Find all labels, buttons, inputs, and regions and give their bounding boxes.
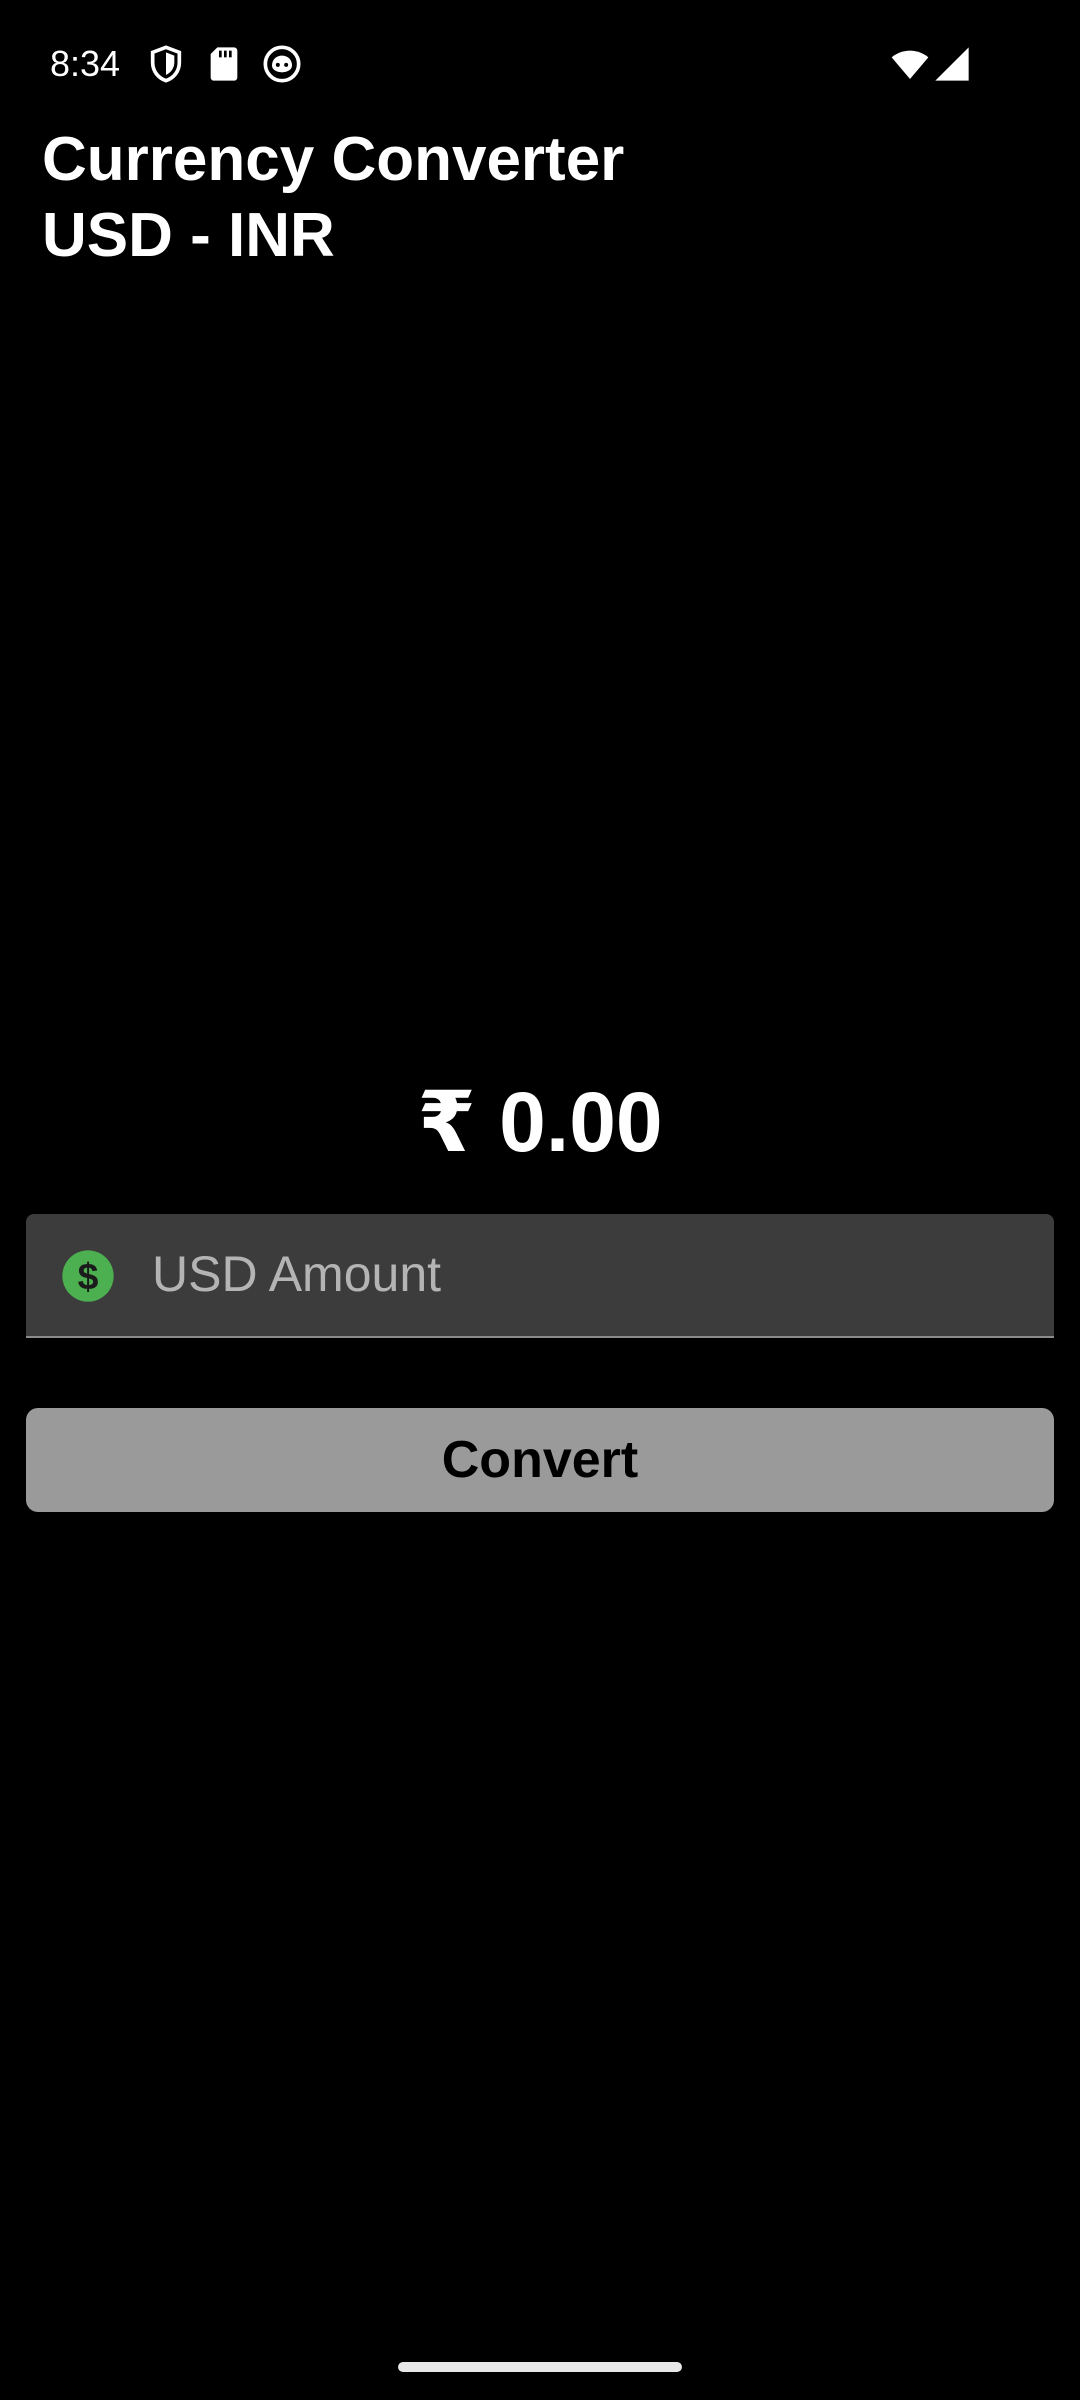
shield-icon bbox=[150, 45, 182, 83]
usd-amount-input[interactable] bbox=[152, 1214, 1032, 1334]
notification-app-icon bbox=[263, 45, 301, 83]
status-bar: 8:34 bbox=[0, 0, 1080, 130]
converted-amount: ₹ 0.00 bbox=[417, 1075, 663, 1169]
svg-text:$: $ bbox=[78, 1255, 99, 1297]
status-time: 8:34 bbox=[50, 43, 121, 84]
page-title: Currency Converter USD - INR bbox=[42, 122, 942, 274]
wifi-icon bbox=[891, 50, 929, 79]
cellular-signal-icon bbox=[935, 47, 969, 81]
home-indicator[interactable] bbox=[398, 2362, 682, 2372]
convert-button[interactable]: Convert bbox=[26, 1408, 1054, 1512]
title-line-1: Currency Converter bbox=[42, 125, 625, 194]
title-line-2: USD - INR bbox=[42, 201, 335, 270]
dollar-circle-icon: $ bbox=[62, 1250, 114, 1302]
usd-amount-field[interactable]: $ bbox=[26, 1214, 1054, 1338]
sd-card-icon bbox=[210, 47, 238, 81]
